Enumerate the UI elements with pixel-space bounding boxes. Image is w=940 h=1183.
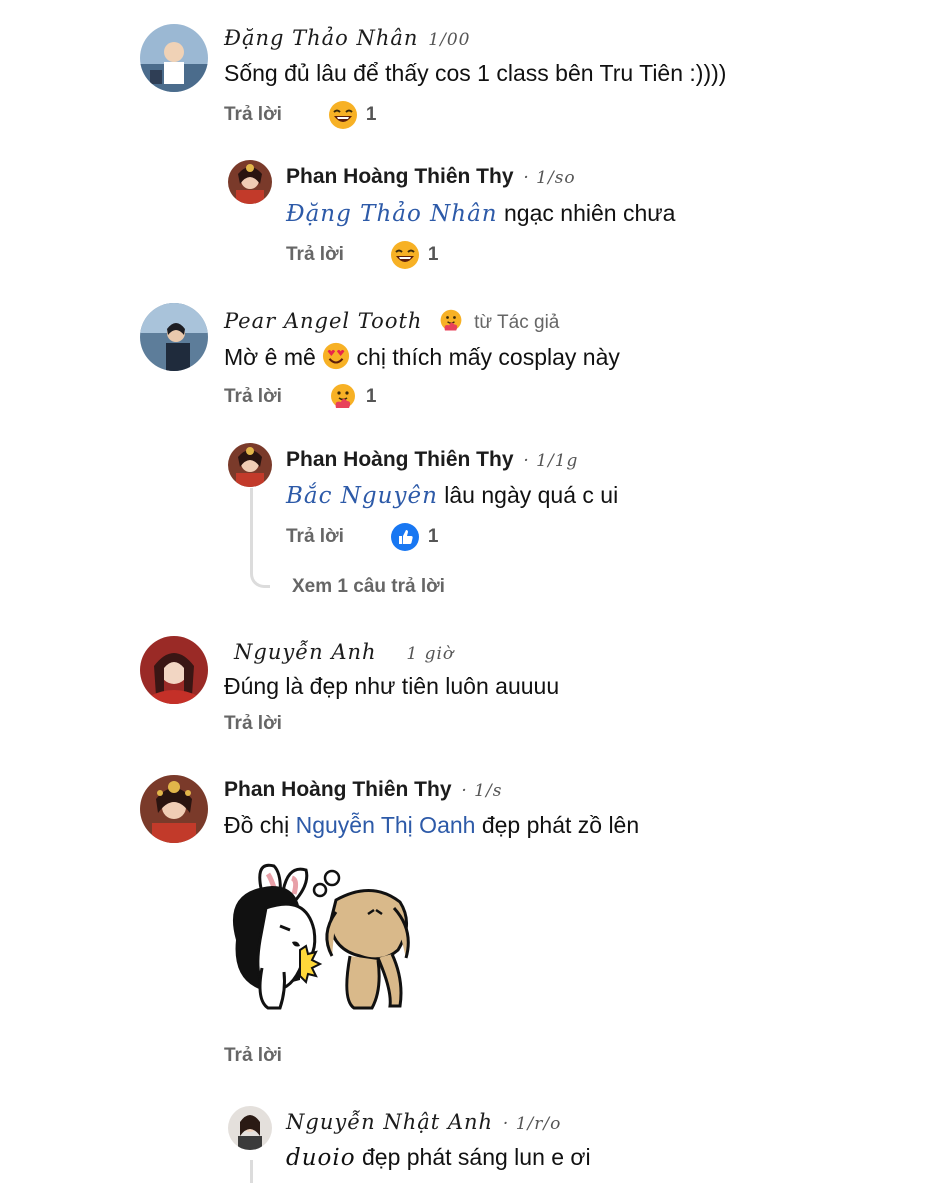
reply-button[interactable]: Trả lời bbox=[224, 386, 282, 408]
comment-author[interactable]: Pear Angel Tooth từ Tác giả bbox=[224, 308, 559, 334]
comment-time: 1/00 bbox=[428, 30, 471, 50]
comment-time: · 1/1g bbox=[523, 451, 579, 471]
reply-button[interactable]: Trả lời bbox=[286, 244, 344, 266]
reaction-count: 1 bbox=[427, 526, 439, 547]
reply-button[interactable]: Trả lời bbox=[224, 713, 282, 735]
comment-author[interactable]: Phan Hoàng Thiên Thy · 1/so bbox=[286, 165, 576, 189]
avatar[interactable] bbox=[140, 24, 208, 92]
reply-button[interactable]: Trả lời bbox=[286, 526, 344, 548]
reaction-summary[interactable]: 1 bbox=[390, 522, 439, 552]
comment-time: · 1/r/o bbox=[502, 1114, 562, 1134]
avatar[interactable] bbox=[228, 443, 272, 487]
reaction-count: 1 bbox=[365, 386, 377, 407]
comment-time: 1 giờ bbox=[406, 644, 455, 664]
comment-text: Bắc Nguyên lâu ngày quá c ui bbox=[286, 482, 619, 509]
comment-time: · 1/s bbox=[461, 781, 503, 801]
reaction-count: 1 bbox=[365, 104, 377, 125]
avatar[interactable] bbox=[228, 1106, 272, 1150]
bunny-kiss-sticker-icon[interactable] bbox=[222, 860, 412, 1012]
comment-time: · 1/so bbox=[523, 168, 576, 188]
comment-author[interactable]: Phan Hoàng Thiên Thy · 1/s bbox=[224, 778, 502, 802]
comment-text: Sống đủ lâu để thấy cos 1 class bên Tru … bbox=[224, 60, 727, 86]
like-icon bbox=[390, 522, 420, 552]
thread-connector bbox=[250, 1160, 253, 1183]
comment-text: duoio đẹp phát sáng lun e ơi bbox=[286, 1144, 591, 1171]
reaction-summary[interactable]: 1 bbox=[328, 100, 377, 130]
care-emoji-icon bbox=[438, 308, 464, 334]
comment-author[interactable]: Nguyễn Anh 1 giờ bbox=[234, 640, 454, 665]
comment-author[interactable]: Phan Hoàng Thiên Thy · 1/1g bbox=[286, 448, 578, 472]
avatar[interactable] bbox=[228, 160, 272, 204]
laugh-emoji-icon bbox=[390, 240, 420, 270]
laugh-emoji-icon bbox=[328, 100, 358, 130]
comment-text: Mờ ê mê chị thích mấy cosplay này bbox=[224, 342, 620, 370]
care-emoji-icon bbox=[328, 382, 358, 412]
thread-connector bbox=[250, 488, 253, 566]
avatar[interactable] bbox=[140, 775, 208, 843]
comment-text: Đồ chị Nguyễn Thị Oanh đẹp phát zồ lên bbox=[224, 812, 640, 838]
comment-text: Đúng là đẹp như tiên luôn auuuu bbox=[224, 673, 560, 699]
avatar[interactable] bbox=[140, 303, 208, 371]
thread-connector-curve bbox=[250, 566, 270, 588]
comment-author[interactable]: Đặng Thảo Nhân 1/00 bbox=[224, 26, 470, 51]
see-more-replies-link[interactable]: Xem 1 câu trả lời bbox=[292, 576, 445, 598]
heart-eyes-emoji-icon bbox=[322, 342, 350, 370]
comment-text: Đặng Thảo Nhân ngạc nhiên chưa bbox=[286, 200, 676, 227]
author-badge: từ Tác giả bbox=[474, 312, 560, 333]
mention-link[interactable]: Đặng Thảo Nhân bbox=[286, 201, 498, 227]
avatar[interactable] bbox=[140, 636, 208, 704]
reaction-summary[interactable]: 1 bbox=[328, 382, 377, 412]
mention-link[interactable]: Bắc Nguyên bbox=[286, 483, 438, 509]
reaction-summary[interactable]: 1 bbox=[390, 240, 439, 270]
mention-link[interactable]: Nguyễn Thị Oanh bbox=[296, 812, 476, 838]
reaction-count: 1 bbox=[427, 244, 439, 265]
mention-link[interactable]: duoio bbox=[286, 1145, 356, 1171]
comment-author[interactable]: Nguyễn Nhật Anh · 1/r/o bbox=[286, 1110, 561, 1135]
reply-button[interactable]: Trả lời bbox=[224, 104, 282, 126]
reply-button[interactable]: Trả lời bbox=[224, 1045, 282, 1067]
